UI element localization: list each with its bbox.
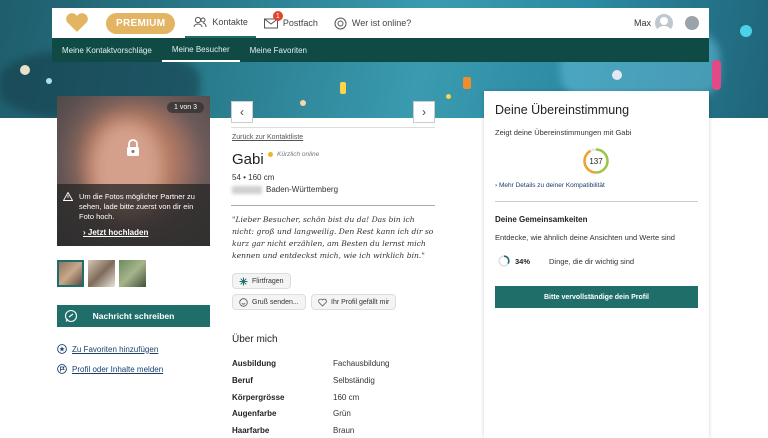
detail-value: 160 cm [333, 393, 360, 402]
send-message-label: Nachricht schreiben [92, 311, 175, 321]
detail-key: Körpergrösse [232, 393, 285, 402]
panel-subtitle: Zeigt deine Übereinstimmungen mit Gabi [495, 128, 632, 137]
send-message-button[interactable]: Nachricht schreiben [57, 305, 210, 327]
unread-badge: 1 [272, 11, 283, 21]
subnav-visitors[interactable]: Meine Besucher [161, 38, 240, 62]
online-icon [334, 17, 347, 29]
sub-navigation: Meine Kontaktvorschläge Meine Besucher M… [52, 38, 709, 62]
heart-logo-icon[interactable] [64, 13, 90, 33]
profile-region: Baden-Württemberg [266, 185, 339, 194]
send-greeting-button[interactable]: Gruß senden... [232, 294, 306, 310]
detail-value: Braun [333, 426, 355, 435]
online-status: Kürzlich online [268, 151, 319, 158]
send-greeting-label: Gruß senden... [252, 298, 299, 306]
snowflake-icon [239, 277, 248, 285]
detail-row: Körpergrösse 160 cm [232, 393, 359, 402]
online-status-label: Kürzlich online [277, 151, 320, 158]
nav-kontakte[interactable]: Kontakte [185, 8, 256, 38]
like-profile-button[interactable]: Ihr Profil gefällt mir [311, 294, 397, 310]
subnav-favorites[interactable]: Meine Favoriten [240, 38, 317, 62]
detail-value: Selbständig [333, 376, 375, 385]
panel-title: Deine Übereinstimmung [495, 103, 630, 117]
contacts-icon [193, 16, 207, 28]
profile-quote: "Lieber Besucher, schön bist du da! Das … [232, 215, 434, 260]
flirt-questions-button[interactable]: Flirtfragen [232, 273, 291, 289]
photo-upload-notice: Um die Fotos möglicher Partner zu sehen,… [57, 184, 210, 246]
values-percent: 34% [515, 256, 531, 266]
profile-location: Baden-Württemberg [232, 185, 338, 194]
profile-photo[interactable]: 1 von 3 Um die Fotos möglicher Partner z… [57, 96, 210, 246]
values-label: Dinge, die dir wichtig sind [549, 256, 635, 266]
detail-row: Haarfarbe Braun [232, 426, 354, 435]
heart-icon [318, 298, 327, 307]
detail-key: Ausbildung [232, 359, 276, 368]
detail-value: Fachausbildung [333, 359, 390, 368]
nav-postfach[interactable]: 1 Postfach [256, 8, 326, 38]
report-profile-label: Profil oder Inhalte melden [72, 364, 164, 374]
about-heading: Über mich [232, 334, 278, 345]
thumbnail-1[interactable] [57, 260, 84, 287]
detail-row: Beruf Selbständig [232, 376, 375, 385]
like-profile-label: Ihr Profil gefällt mir [331, 298, 390, 306]
divider [231, 127, 435, 128]
detail-key: Augenfarbe [232, 409, 277, 418]
smiley-icon [239, 297, 248, 307]
photo-counter: 1 von 3 [167, 102, 204, 113]
divider [495, 201, 698, 202]
back-to-contacts-link[interactable]: Zurück zur Kontaktliste [232, 134, 303, 141]
user-name: Max [633, 18, 651, 28]
nav-online[interactable]: Wer ist online? [326, 8, 419, 38]
avatar[interactable] [655, 14, 673, 32]
photo-info-text: Um die Fotos möglicher Partner zu sehen,… [79, 192, 195, 221]
compatibility-details-label: Mehr Details zu deiner Kompatibilität [498, 182, 605, 189]
profile-name: Gabi [232, 151, 264, 168]
subnav-suggestions[interactable]: Meine Kontaktvorschläge [52, 38, 162, 62]
common-heading: Deine Gemeinsamkeiten [495, 215, 588, 224]
previous-profile-button[interactable]: ‹ [231, 101, 253, 123]
add-favorite-link[interactable]: Zu Favoriten hinzufügen [57, 344, 158, 354]
detail-row: Augenfarbe Grün [232, 409, 351, 418]
compatibility-panel: Deine Übereinstimmung Zeigt deine Überei… [484, 91, 709, 438]
flag-icon [57, 364, 67, 374]
values-progress: 34% Dinge, die dir wichtig sind [498, 255, 634, 267]
lock-icon [127, 139, 139, 156]
star-icon [57, 344, 67, 354]
detail-row: Ausbildung Fachausbildung [232, 359, 389, 368]
blurred-city [232, 185, 262, 194]
profile-age-height: 54 • 160 cm [232, 173, 275, 182]
upload-photo-link[interactable]: › Jetzt hochladen [83, 228, 204, 238]
visibility-icon[interactable] [685, 16, 699, 30]
progress-ring-icon [498, 255, 510, 267]
detail-key: Beruf [232, 376, 253, 385]
warning-icon [63, 192, 73, 201]
nav-kontakte-label: Kontakte [212, 17, 248, 27]
add-favorite-label: Zu Favoriten hinzufügen [72, 344, 159, 354]
common-description: Entdecke, wie ähnlich deine Ansichten un… [495, 233, 675, 242]
upload-photo-label: Jetzt hochladen [87, 228, 149, 237]
top-navigation: PREMIUM Kontakte 1 Postfach Wer ist onli… [52, 8, 709, 38]
thumbnail-2[interactable] [88, 260, 115, 287]
user-menu[interactable]: Max [634, 14, 709, 32]
premium-button[interactable]: PREMIUM [106, 12, 176, 34]
nav-postfach-label: Postfach [282, 18, 318, 28]
complete-profile-button[interactable]: Bitte vervollständige dein Profil [495, 286, 698, 308]
divider [231, 205, 435, 206]
chevron-right-icon: › [422, 105, 426, 119]
report-profile-link[interactable]: Profil oder Inhalte melden [57, 364, 163, 374]
nav-online-label: Wer ist online? [351, 18, 412, 28]
chat-bubble-icon [64, 309, 78, 323]
thumbnail-3[interactable] [119, 260, 146, 287]
next-profile-button[interactable]: › [413, 101, 435, 123]
compatibility-details-link[interactable]: › Mehr Details zu deiner Kompatibilität [495, 182, 605, 189]
status-dot-icon [268, 152, 273, 157]
chevron-left-icon: ‹ [240, 105, 244, 119]
flirt-questions-label: Flirtfragen [252, 277, 284, 285]
detail-value: Grün [333, 409, 351, 418]
detail-key: Haarfarbe [232, 426, 270, 435]
match-score: 137 [589, 157, 603, 166]
match-score-ring: 137 [583, 148, 609, 174]
photo-thumbnails [57, 260, 146, 287]
